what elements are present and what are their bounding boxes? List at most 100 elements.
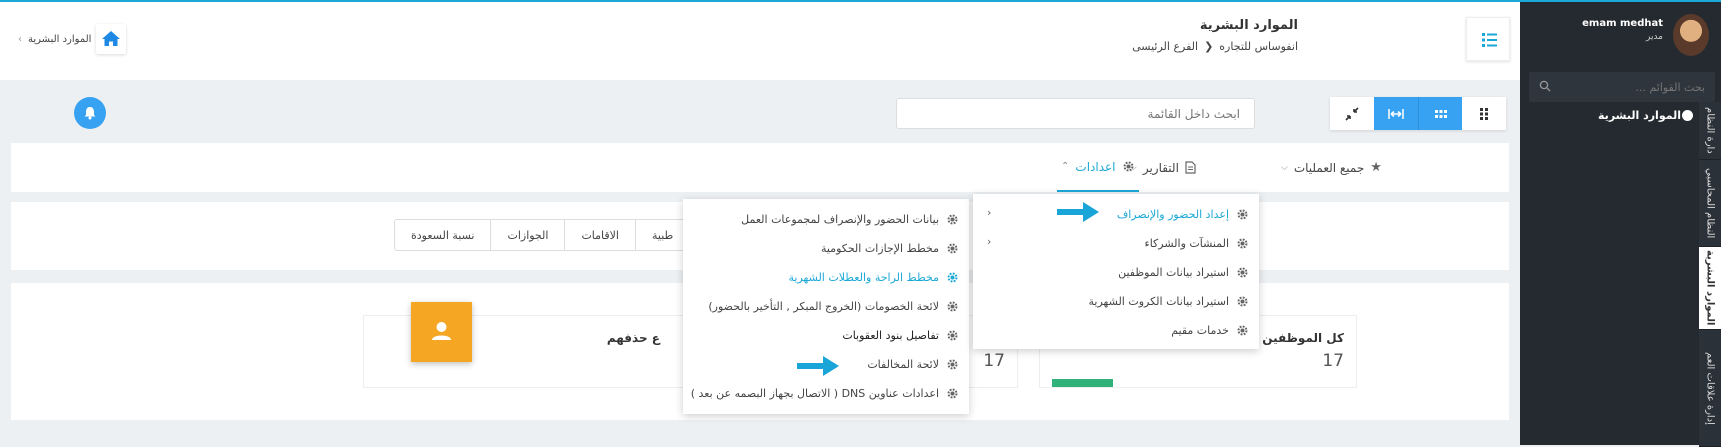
document-icon — [1185, 161, 1196, 174]
chevron-left-icon: ‹ — [987, 235, 992, 248]
tab-label: اعدادات — [1075, 159, 1116, 174]
gear-icon — [947, 387, 958, 399]
gear-icon — [1237, 237, 1248, 249]
breadcrumb-branch[interactable]: الفرع الرئيسى — [1132, 40, 1198, 53]
chevron-left-icon: ❮ — [1204, 40, 1214, 53]
chevron-right-icon: › — [18, 34, 22, 45]
annotation-arrow-icon — [797, 356, 839, 376]
menu-toggle-button[interactable] — [1466, 17, 1510, 61]
vertical-module-tabs: دارة النظام النظام المحاسبي الموارد البش… — [1699, 102, 1721, 447]
avatar[interactable] — [1673, 14, 1709, 56]
chevron-down-icon: ⌵ — [1281, 162, 1288, 173]
tab-settings[interactable]: اعدادات ⌃ — [1057, 143, 1139, 192]
sidebar-search-input[interactable] — [1557, 72, 1707, 102]
sidebar: emam medhat مدير الموارد البشرية دارة ال… — [1520, 2, 1721, 447]
submenu-item-gov-holidays[interactable]: مخطط الإجازات الحكومية — [821, 238, 959, 258]
user-icon — [432, 322, 451, 340]
pill-passports[interactable]: الجوازات — [490, 220, 564, 250]
card-value: 17 — [983, 351, 1005, 371]
gear-icon — [947, 300, 958, 312]
expand-width-icon — [1388, 108, 1404, 119]
user-name: emam medhat — [1582, 18, 1663, 29]
sidebar-item-hr[interactable]: الموارد البشرية — [1598, 109, 1681, 122]
submenu-label: مخطط الإجازات الحكومية — [820, 241, 939, 255]
gear-icon — [947, 242, 958, 254]
tab-all-operations[interactable]: ★ جميع العمليات ⌵ — [1281, 143, 1382, 192]
tab-reports[interactable]: التقارير ⌵ — [1130, 143, 1196, 192]
annotation-arrow-icon — [1057, 202, 1099, 222]
page-title: الموارد البشرية — [1199, 18, 1298, 33]
bell-icon — [84, 107, 96, 120]
gear-icon — [1237, 266, 1248, 278]
menu-label: المنشآت والشركاء — [1144, 236, 1229, 250]
vtab-accounting[interactable]: النظام المحاسبي — [1699, 160, 1721, 247]
left-breadcrumb: الموارد البشرية › — [18, 34, 91, 45]
hr-module-icon — [1682, 110, 1693, 121]
chevron-left-icon: ‹ — [987, 206, 992, 219]
menu-label: إعداد الحضور والإنصراف — [1116, 207, 1229, 221]
menu-item-facilities[interactable]: المنشآت والشركاء — [1145, 233, 1249, 253]
list-view-button[interactable] — [1462, 97, 1506, 130]
pill-residencies[interactable]: الاقامات — [564, 220, 635, 250]
submenu-label: بيانات الحضور والإنصراف لمجموعات العمل — [741, 212, 939, 226]
header: الموارد البشرية انفوساس للتجاره ❮ الفرع … — [0, 2, 1520, 80]
grid-icon — [1434, 109, 1447, 118]
tab-label: التقارير — [1142, 160, 1179, 175]
notifications-button[interactable] — [74, 97, 106, 129]
gear-icon — [1122, 161, 1134, 172]
submenu-item-penalty-details[interactable]: تفاصيل بنود العقوبات — [842, 325, 959, 345]
menu-label: خدمات مقيم — [1171, 323, 1229, 337]
settings-menu: إعداد الحضور والإنصراف ‹ المنشآت والشركا… — [973, 194, 1259, 349]
gear-icon — [1237, 295, 1248, 307]
vtab-system-admin[interactable]: دارة النظام — [1699, 102, 1721, 160]
breadcrumb: انفوساس للتجاره ❮ الفرع الرئيسى — [1132, 40, 1298, 53]
menu-item-muqeem-services[interactable]: خدمات مقيم — [1171, 320, 1249, 340]
vtab-hr[interactable]: الموارد البشرية — [1699, 247, 1721, 330]
submenu-item-rest-holidays[interactable]: مخطط الراحة والعطلات الشهرية — [789, 267, 959, 287]
dots-grid-icon — [1480, 107, 1488, 120]
menu-item-import-employees[interactable]: استيراد بيانات الموظفين — [1118, 262, 1249, 282]
menu-item-import-cards[interactable]: استيراد بيانات الكروت الشهرية — [1089, 291, 1249, 311]
compress-button[interactable] — [1330, 97, 1374, 130]
chevron-up-icon: ⌃ — [1061, 161, 1070, 172]
gear-icon — [1237, 208, 1248, 220]
menu-label: استيراد بيانات الموظفين — [1118, 265, 1229, 279]
list-search-field[interactable] — [896, 98, 1255, 129]
submenu-item-dns-settings[interactable]: اعدادات عناوين DNS ( الاتصال بجهاز البصم… — [691, 383, 959, 403]
settings-submenu: بيانات الحضور والإنصراف لمجموعات العمل م… — [683, 199, 969, 414]
filter-pills: طبية الاقامات الجوازات نسبة السعودة — [394, 219, 691, 251]
search-icon — [1539, 80, 1551, 92]
user-role: مدير — [1645, 32, 1663, 42]
gear-icon — [947, 213, 958, 225]
left-breadcrumb-label[interactable]: الموارد البشرية — [28, 34, 91, 45]
home-button[interactable] — [96, 24, 126, 54]
submenu-item-violations[interactable]: لائحة المخالفات — [867, 354, 959, 374]
submenu-item-attendance-groups[interactable]: بيانات الحضور والإنصراف لمجموعات العمل — [741, 209, 959, 229]
menu-label: استيراد بيانات الكروت الشهرية — [1088, 294, 1229, 308]
card-title: ع حذفهم — [606, 331, 660, 345]
sidebar-search[interactable] — [1529, 72, 1715, 102]
card-value: 17 — [1322, 351, 1344, 371]
gear-icon — [1237, 324, 1248, 336]
submenu-label: تفاصيل بنود العقوبات — [842, 328, 939, 342]
grid-view-button[interactable] — [1418, 97, 1462, 130]
submenu-label: لائحة الخصومات (الخروج المبكر , التأخير … — [708, 299, 939, 313]
list-search-input[interactable] — [897, 99, 1254, 128]
submenu-label: اعدادات عناوين DNS ( الاتصال بجهاز البصم… — [690, 386, 939, 400]
gear-icon — [947, 329, 958, 341]
pill-saudization[interactable]: نسبة السعودة — [395, 220, 490, 250]
submenu-label: لائحة المخالفات — [867, 357, 939, 371]
pill-medical[interactable]: طبية — [635, 220, 689, 250]
submenu-item-deductions[interactable]: لائحة الخصومات (الخروج المبكر , التأخير … — [708, 296, 959, 316]
view-toolbar — [1330, 97, 1506, 130]
list-icon — [1482, 33, 1497, 47]
submenu-label: مخطط الراحة والعطلات الشهرية — [788, 270, 939, 284]
tab-label: جميع العمليات — [1293, 160, 1365, 175]
expand-width-button[interactable] — [1374, 97, 1418, 130]
card-title: كل الموظفين — [1262, 331, 1344, 345]
compress-icon — [1345, 106, 1359, 121]
status-indicator — [1052, 379, 1113, 387]
menu-item-attendance-setup[interactable]: إعداد الحضور والإنصراف — [1117, 204, 1249, 224]
breadcrumb-company[interactable]: انفوساس للتجاره — [1219, 40, 1298, 53]
vtab-crm[interactable]: إدارة علاقات العم — [1699, 330, 1721, 447]
